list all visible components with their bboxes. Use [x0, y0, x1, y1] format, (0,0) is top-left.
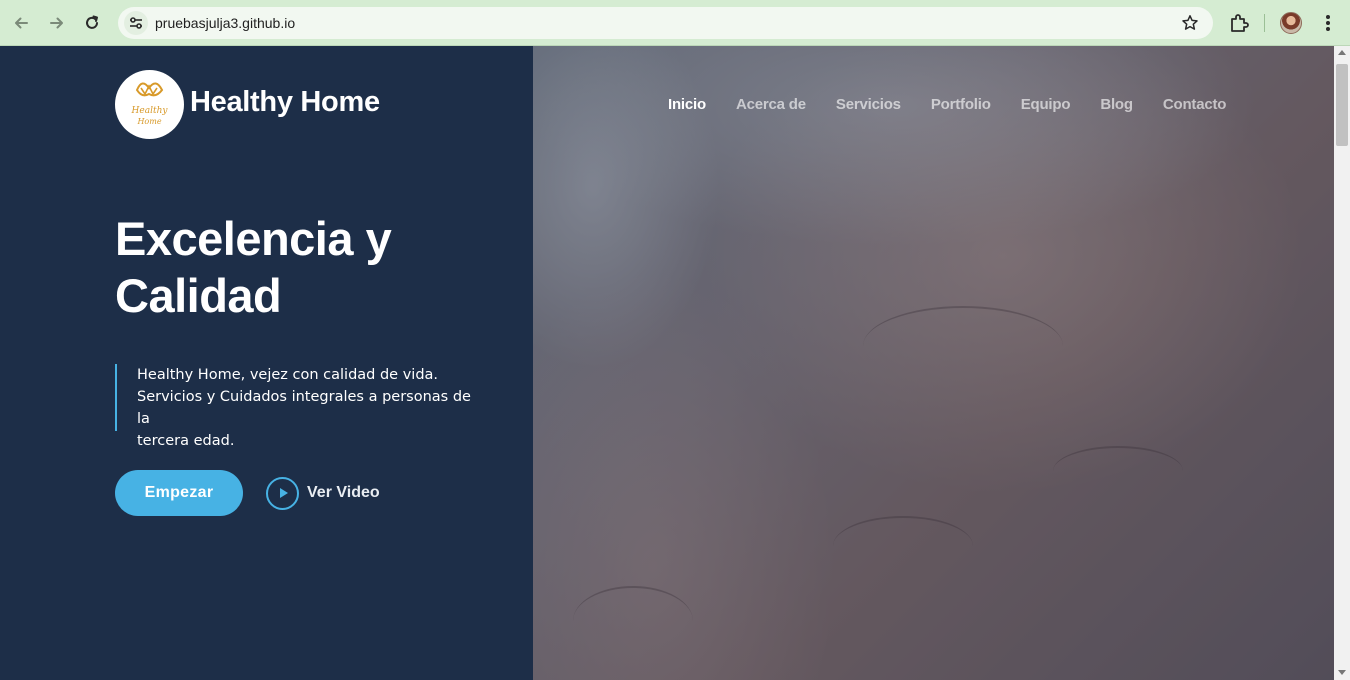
arrow-left-icon — [15, 17, 28, 29]
watch-video-link[interactable]: Ver Video — [266, 476, 380, 510]
nav-item-inicio[interactable]: Inicio — [668, 96, 706, 113]
puzzle-icon[interactable] — [1228, 12, 1250, 34]
scroll-up-arrow-icon[interactable] — [1338, 50, 1346, 55]
site-info-button[interactable] — [124, 11, 148, 35]
hero-left-panel — [0, 46, 533, 680]
nav-item-equipo[interactable]: Equipo — [1021, 96, 1071, 113]
play-circle-icon[interactable] — [266, 476, 299, 510]
back-button[interactable] — [9, 11, 33, 35]
nav-item-blog[interactable]: Blog — [1100, 96, 1133, 113]
logo-text-line2: Home — [136, 117, 161, 126]
play-icon — [279, 488, 288, 498]
nav-item-servicios[interactable]: Servicios — [836, 96, 901, 113]
reload-button[interactable] — [80, 11, 104, 35]
hero-title-line2: Calidad — [115, 269, 282, 322]
star-icon[interactable] — [1181, 14, 1199, 32]
logo-emblem-icon: Healthy Home — [115, 70, 184, 139]
hero-title: Excelencia y Calidad — [115, 210, 495, 324]
hero-image — [533, 46, 1334, 680]
nav-item-portfolio[interactable]: Portfolio — [931, 96, 991, 113]
page-scrollbar[interactable] — [1334, 46, 1350, 680]
brand-logo[interactable]: Healthy Home — [115, 70, 184, 139]
kebab-menu-icon[interactable] — [1318, 13, 1338, 33]
logo-text-line1: Healthy — [131, 106, 169, 116]
nav-item-acerca-de[interactable]: Acerca de — [736, 96, 806, 113]
hero-image-detail — [863, 306, 1063, 386]
hero-description-line2: Servicios y Cuidados integrales a person… — [137, 389, 471, 427]
address-bar[interactable]: pruebasjulja3.github.io — [118, 7, 1213, 39]
hero-image-detail — [833, 516, 973, 576]
url-text[interactable]: pruebasjulja3.github.io — [155, 15, 295, 31]
main-navigation: Inicio Acerca de Servicios Portfolio Equ… — [668, 96, 1256, 113]
tune-icon — [130, 17, 142, 29]
hero-image-detail — [1053, 446, 1183, 496]
forward-button[interactable] — [45, 11, 69, 35]
hero-description-line3: tercera edad. — [137, 433, 235, 449]
nav-item-contacto[interactable]: Contacto — [1163, 96, 1227, 113]
toolbar-divider — [1264, 14, 1265, 32]
page-viewport: Healthy Home Healthy Home Inicio Acerca … — [0, 46, 1334, 680]
browser-toolbar: pruebasjulja3.github.io — [0, 0, 1350, 46]
hero-image-detail — [573, 586, 693, 656]
hero-description: Healthy Home, vejez con calidad de vida.… — [115, 364, 485, 449]
scroll-down-arrow-icon[interactable] — [1338, 670, 1346, 675]
hero-description-line1: Healthy Home, vejez con calidad de vida. — [137, 367, 439, 383]
arrow-right-icon — [50, 17, 63, 29]
reload-icon — [86, 15, 98, 29]
brand-name[interactable]: Healthy Home — [190, 86, 380, 119]
empezar-button[interactable]: Empezar — [115, 470, 243, 516]
scroll-thumb[interactable] — [1336, 64, 1348, 146]
hero-title-line1: Excelencia y — [115, 212, 392, 265]
watch-video-label[interactable]: Ver Video — [307, 484, 380, 502]
profile-avatar[interactable] — [1280, 12, 1302, 34]
